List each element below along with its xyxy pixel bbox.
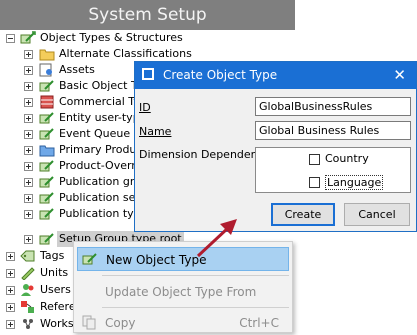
expand-icon[interactable] (24, 210, 33, 219)
tree-item-label: Basic Object Ty (59, 79, 143, 92)
units-icon (21, 267, 35, 280)
expand-icon[interactable] (24, 98, 33, 107)
menu-item-new-object-type[interactable]: New Object Type (77, 247, 289, 271)
expand-icon[interactable] (24, 178, 33, 187)
tree-item-label: Works (40, 317, 74, 330)
blue-folder-icon (39, 145, 55, 157)
dimension-dependency-list: Country Language (255, 147, 411, 193)
menu-separator (102, 307, 289, 308)
tree-item-label: Assets (59, 63, 95, 76)
expand-icon[interactable] (24, 194, 33, 203)
create-object-type-dialog: Create Object Type ✕ ID Name Dimension D… (134, 61, 417, 232)
tags-icon (20, 250, 35, 262)
object-type-icon (39, 80, 54, 92)
menu-item-copy[interactable]: Copy Ctrl+C (77, 311, 289, 335)
menu-item-shortcut: Ctrl+C (239, 316, 279, 330)
collapse-icon[interactable] (6, 34, 15, 43)
object-type-icon (82, 253, 97, 265)
menu-separator (102, 275, 289, 276)
dialog-title: Create Object Type (163, 68, 278, 82)
object-type-icon (39, 176, 54, 188)
tree-item-label: Alternate Classifications (59, 47, 192, 60)
tree-item-label: Units (40, 266, 69, 279)
name-field[interactable] (255, 121, 411, 140)
cancel-button[interactable]: Cancel (344, 203, 410, 226)
id-label: ID (139, 101, 151, 114)
id-field[interactable] (255, 97, 411, 116)
close-icon[interactable]: ✕ (393, 62, 406, 88)
dimension-dependency-label: Dimension Dependency (139, 148, 271, 161)
object-type-icon (20, 31, 36, 44)
expand-icon[interactable] (24, 162, 33, 171)
object-type-icon (39, 208, 54, 220)
object-type-icon (39, 233, 54, 245)
expand-icon[interactable] (24, 130, 33, 139)
menu-item-update-object-type-from[interactable]: Update Object Type From (77, 280, 289, 304)
window-icon (142, 68, 154, 80)
commercial-type-icon (40, 95, 54, 109)
expand-icon[interactable] (24, 50, 33, 59)
tree-item-label: Event Queue O (59, 127, 143, 140)
menu-item-label: New Object Type (106, 253, 207, 267)
expand-icon[interactable] (24, 114, 33, 123)
tree-item-label: Product-Overrid (59, 159, 146, 172)
users-icon (21, 284, 34, 296)
create-button[interactable]: Create (271, 203, 335, 226)
workspace-icon (23, 319, 33, 329)
references-icon (21, 301, 34, 313)
tree-item-label: Users (40, 283, 71, 296)
dialog-title-bar[interactable]: Create Object Type ✕ (135, 62, 416, 89)
copy-icon (82, 315, 96, 330)
expand-icon[interactable] (24, 82, 33, 91)
expand-icon[interactable] (24, 146, 33, 155)
expand-icon[interactable] (6, 286, 15, 295)
expand-icon[interactable] (24, 66, 33, 75)
country-label: Country (325, 152, 369, 165)
tree-item-label: Object Types & Structures (40, 31, 183, 44)
tree-item-alternate-classifications[interactable]: Alternate Classifications (0, 46, 300, 62)
object-type-icon (39, 128, 54, 140)
asset-icon (39, 63, 52, 77)
expand-icon[interactable] (6, 303, 15, 312)
object-type-icon (39, 192, 54, 204)
menu-item-label: Update Object Type From (105, 285, 257, 299)
expand-icon[interactable] (6, 269, 15, 278)
tree-item-label: Tags (40, 249, 65, 262)
expand-icon[interactable] (6, 252, 15, 261)
tree-item-label: Refere (40, 300, 76, 313)
name-label: Name (139, 125, 172, 138)
tree-item-object-types[interactable]: Object Types & Structures (0, 30, 300, 46)
expand-icon[interactable] (6, 320, 15, 329)
country-checkbox[interactable] (309, 154, 320, 165)
menu-item-label: Copy (105, 316, 136, 330)
context-menu: New Object Type Update Object Type From … (73, 241, 293, 333)
expand-icon[interactable] (24, 235, 33, 244)
object-type-icon (39, 160, 54, 172)
object-type-icon (39, 112, 54, 124)
folder-icon (39, 49, 55, 61)
language-checkbox[interactable] (309, 177, 320, 188)
window-title: System Setup (0, 0, 295, 30)
language-label: Language (325, 175, 384, 190)
